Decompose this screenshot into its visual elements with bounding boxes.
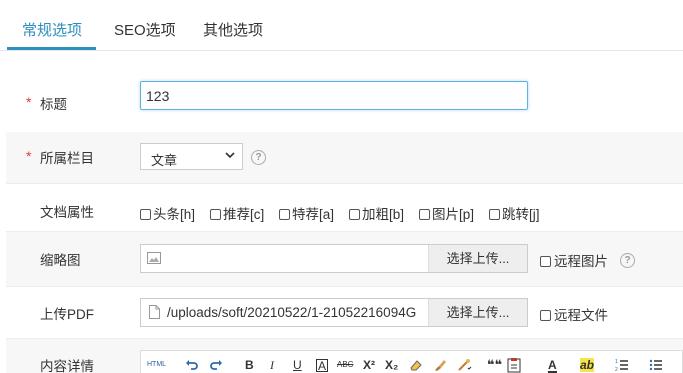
thumbnail-field[interactable]: 选择上传... bbox=[140, 244, 528, 273]
tab-general[interactable]: 常规选项 bbox=[22, 19, 82, 40]
pdf-label: 上传PDF bbox=[40, 307, 94, 322]
format-brush-icon[interactable] bbox=[433, 358, 447, 372]
autotypeset-icon[interactable] bbox=[457, 358, 473, 372]
title-row: * 标题 bbox=[6, 74, 683, 132]
strikethrough-button[interactable]: ABC bbox=[337, 355, 353, 373]
checkbox-box[interactable] bbox=[279, 209, 290, 220]
content-label: 内容详情 bbox=[40, 359, 94, 373]
column-select-value: 文章 bbox=[151, 153, 178, 168]
doc-attrs-label: 文档属性 bbox=[40, 205, 94, 220]
rich-text-editor[interactable]: HTML B I U A ABC X² X₂ ❝❝ A ab 12 bbox=[140, 350, 683, 373]
pdf-row: 上传PDF /uploads/soft/20210522/1-210522160… bbox=[6, 287, 683, 339]
checkbox-box[interactable] bbox=[540, 310, 551, 321]
title-input[interactable] bbox=[140, 81, 528, 110]
subscript-button[interactable]: X₂ bbox=[385, 355, 398, 373]
unordered-list-icon[interactable] bbox=[649, 358, 663, 372]
svg-text:2: 2 bbox=[615, 367, 618, 372]
tab-bar: 常规选项 SEO选项 其他选项 bbox=[0, 0, 683, 51]
checkbox-box[interactable] bbox=[140, 209, 151, 220]
checkbox-box[interactable] bbox=[419, 209, 430, 220]
superscript-button[interactable]: X² bbox=[363, 355, 375, 373]
image-icon bbox=[147, 252, 161, 264]
attr-jump-checkbox[interactable]: 跳转[j] bbox=[489, 203, 540, 223]
ordered-list-icon[interactable]: 12 bbox=[615, 358, 629, 372]
redo-icon[interactable] bbox=[209, 358, 223, 372]
attr-image-checkbox[interactable]: 图片[p] bbox=[419, 203, 474, 223]
pdf-path: /uploads/soft/20210522/1-21052216094G bbox=[167, 305, 417, 320]
undo-icon[interactable] bbox=[185, 358, 199, 372]
attr-bold-checkbox[interactable]: 加粗[b] bbox=[349, 203, 404, 223]
required-mark: * bbox=[26, 94, 32, 110]
thumbnail-label: 缩略图 bbox=[40, 253, 81, 268]
doc-attrs-row: 文档属性 头条[h] 推荐[c] 特荐[a] 加粗[b] 图片[p] 跳转[j] bbox=[6, 184, 683, 232]
attr-headline-checkbox[interactable]: 头条[h] bbox=[140, 203, 195, 223]
remote-file-checkbox[interactable]: 远程文件 bbox=[540, 304, 608, 324]
fontborder-button[interactable]: A bbox=[316, 359, 329, 372]
column-row: * 所属栏目 文章 ? bbox=[6, 132, 683, 184]
help-icon[interactable]: ? bbox=[251, 150, 266, 165]
eraser-icon[interactable] bbox=[409, 358, 423, 372]
active-tab-indicator bbox=[7, 47, 96, 50]
pdf-field[interactable]: /uploads/soft/20210522/1-21052216094G 选择… bbox=[140, 298, 528, 327]
remote-image-checkbox[interactable]: 远程图片 bbox=[540, 250, 608, 270]
italic-button[interactable]: I bbox=[270, 355, 274, 373]
tab-seo[interactable]: SEO选项 bbox=[114, 19, 176, 40]
html-source-button[interactable]: HTML bbox=[147, 355, 166, 373]
thumbnail-row: 缩略图 选择上传... 远程图片 ? bbox=[6, 232, 683, 287]
title-label: 标题 bbox=[40, 97, 67, 112]
help-icon[interactable]: ? bbox=[620, 253, 635, 268]
blockquote-button[interactable]: ❝❝ bbox=[487, 355, 502, 373]
tab-other[interactable]: 其他选项 bbox=[203, 19, 263, 40]
checkbox-box[interactable] bbox=[210, 209, 221, 220]
chevron-down-icon bbox=[225, 152, 235, 159]
required-mark: * bbox=[26, 148, 32, 164]
svg-text:1: 1 bbox=[615, 359, 618, 365]
background-color-button[interactable]: ab bbox=[580, 358, 595, 372]
checkbox-box[interactable] bbox=[540, 256, 551, 267]
paste-icon[interactable] bbox=[507, 357, 521, 373]
bold-button[interactable]: B bbox=[245, 355, 254, 373]
column-label: 所属栏目 bbox=[40, 151, 94, 166]
checkbox-box[interactable] bbox=[349, 209, 360, 220]
attr-special-checkbox[interactable]: 特荐[a] bbox=[279, 203, 334, 223]
checkbox-box[interactable] bbox=[489, 209, 500, 220]
font-color-button[interactable]: A bbox=[548, 355, 557, 373]
content-row: 内容详情 HTML B I U A ABC X² X₂ ❝❝ A ab 12 bbox=[6, 339, 683, 373]
column-select[interactable]: 文章 bbox=[140, 143, 243, 170]
document-icon bbox=[149, 305, 160, 319]
underline-button[interactable]: U bbox=[293, 355, 302, 373]
pdf-upload-button[interactable]: 选择上传... bbox=[428, 299, 527, 326]
thumbnail-upload-button[interactable]: 选择上传... bbox=[428, 245, 527, 272]
attr-recommend-checkbox[interactable]: 推荐[c] bbox=[210, 203, 264, 223]
